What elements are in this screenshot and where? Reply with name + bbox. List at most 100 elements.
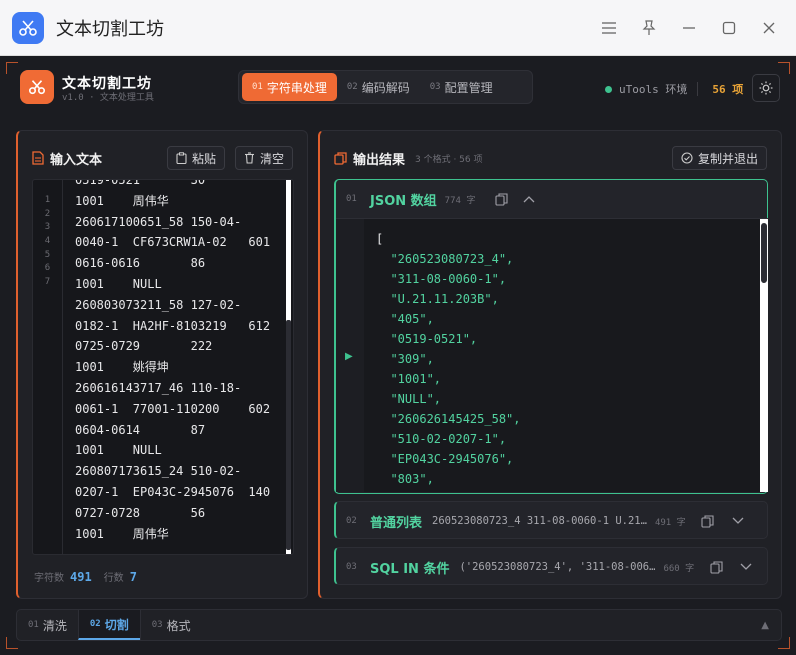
- input-scrollbar[interactable]: [286, 180, 291, 554]
- json-item: "309",: [390, 352, 434, 366]
- scissors-logo-icon: [20, 70, 54, 104]
- json-item: "311-08-0060-1",: [390, 272, 507, 286]
- menu-icon[interactable]: [600, 19, 618, 37]
- line-number: 1: [44, 195, 51, 205]
- copy-and-exit-button[interactable]: 复制并退出: [671, 146, 767, 170]
- input-panel: 输入文本 粘贴 清空 1 2 3 4 5 6 7 0519-0521 30 10…: [16, 130, 308, 599]
- input-text-content[interactable]: 0519-0521 30 1001 周伟华 260617100651_58 15…: [75, 180, 290, 544]
- card-title: JSON 数组: [370, 193, 437, 209]
- json-scrollbar[interactable]: [760, 219, 768, 492]
- char-count-value: 491: [70, 569, 92, 584]
- copy-icon[interactable]: [708, 559, 724, 575]
- json-item: "260523080723_4",: [390, 252, 514, 266]
- json-item: "0519-0521",: [390, 332, 478, 346]
- tab-number: 02: [346, 82, 358, 92]
- line-count-value: 7: [129, 569, 137, 584]
- json-item: "U.21.11.203B",: [390, 292, 499, 306]
- tab-number: 02: [89, 619, 101, 629]
- scrollbar-thumb[interactable]: [286, 320, 291, 550]
- card-size: 774 字: [444, 195, 476, 206]
- card-number: 01: [346, 194, 357, 204]
- output-panel: 输出结果 3 个格式 · 56 项 复制并退出 01 JSON 数组 774 字: [318, 130, 782, 599]
- chevron-up-icon[interactable]: [521, 191, 537, 207]
- window-title: 文本切割工坊: [56, 18, 164, 40]
- play-icon: ▶: [345, 351, 353, 362]
- pin-icon[interactable]: [640, 19, 658, 37]
- tab-number: 03: [429, 82, 441, 92]
- chevron-down-icon[interactable]: [730, 513, 746, 529]
- tab-label: 编码解码: [361, 80, 410, 95]
- tab-config[interactable]: 03 配置管理: [420, 73, 503, 101]
- tab-number: 01: [252, 82, 263, 92]
- json-item: "EP043C-2945076",: [390, 452, 514, 466]
- app-root: 文本切割工坊 v1.0 · 文本处理工具 01 字符串处理 02 编码解码 03 配置…: [0, 56, 796, 655]
- char-count-label: 字符数: [34, 573, 64, 584]
- output-card-json: 01 JSON 数组 774 字 ▶ [ "260523080723_4", "…: [334, 179, 768, 494]
- tab-label: 切割: [104, 617, 129, 632]
- main-tabs: 01 字符串处理 02 编码解码 03 配置管理: [238, 70, 533, 104]
- copy-and-exit-label: 复制并退出: [697, 151, 758, 166]
- card-header[interactable]: 02 普通列表 260523080723_4 311-08-0060-1 U.2…: [336, 502, 767, 540]
- tab-string-processing[interactable]: 01 字符串处理: [242, 73, 337, 101]
- copy-icon[interactable]: [700, 513, 716, 529]
- clear-button[interactable]: 清空: [234, 146, 293, 170]
- input-panel-title: 输入文本: [50, 152, 103, 168]
- line-number: 7: [44, 277, 51, 288]
- input-text-editor[interactable]: 1 2 3 4 5 6 7 0519-0521 30 1001 周伟华 2606…: [32, 179, 294, 555]
- input-stats: 字符数 491 行数 7: [34, 569, 137, 585]
- check-circle-icon: [681, 152, 693, 164]
- app-header: 文本切割工坊 v1.0 · 文本处理工具 01 字符串处理 02 编码解码 03 配置…: [0, 56, 796, 122]
- bottom-tab-clean[interactable]: 01 清洗: [17, 610, 78, 640]
- card-size: 491 字: [654, 517, 686, 528]
- line-number-gutter: 1 2 3 4 5 6 7: [33, 180, 63, 554]
- json-item: "510-02-0207-1",: [390, 432, 507, 446]
- tab-encode-decode[interactable]: 02 编码解码: [337, 73, 420, 101]
- window-titlebar: 文本切割工坊: [0, 0, 796, 56]
- card-number: 03: [346, 562, 357, 572]
- tab-number: 03: [151, 620, 163, 630]
- card-title: 普通列表: [370, 515, 423, 531]
- copy-icon[interactable]: [493, 191, 509, 207]
- bottom-tab-bar: 01 清洗 02 切割 03 格式 ▲: [16, 609, 782, 641]
- line-number: 3: [44, 222, 51, 233]
- close-icon[interactable]: [760, 19, 778, 37]
- document-icon: [32, 151, 44, 165]
- card-size: 660 字: [663, 563, 695, 574]
- card-header[interactable]: 03 SQL IN 条件 ('260523080723_4', '311-08-…: [336, 548, 767, 586]
- scrollbar-thumb[interactable]: [761, 223, 767, 283]
- line-number: 5: [44, 249, 51, 260]
- tab-label: 字符串处理: [266, 80, 327, 95]
- json-output-body[interactable]: ▶ [ "260523080723_4", "311-08-0060-1", "…: [336, 218, 768, 492]
- brand-subtitle: v1.0 · 文本处理工具: [62, 93, 154, 103]
- tab-label: 清洗: [42, 618, 67, 633]
- collapse-up-icon[interactable]: ▲: [761, 620, 769, 631]
- bottom-tab-format[interactable]: 03 格式: [139, 610, 202, 640]
- output-card-plain-list[interactable]: 02 普通列表 260523080723_4 311-08-0060-1 U.2…: [334, 501, 768, 539]
- bottom-tab-split[interactable]: 02 切割: [77, 610, 140, 640]
- chevron-down-icon[interactable]: [738, 559, 754, 575]
- line-number: 2: [44, 208, 51, 219]
- clear-label: 清空: [259, 151, 284, 166]
- paste-button[interactable]: 粘贴: [166, 146, 225, 170]
- card-preview: 260523080723_4 311-08-0060-1 U.21…: [432, 515, 647, 527]
- theme-toggle-button[interactable]: [752, 74, 780, 102]
- sun-icon: [759, 81, 773, 95]
- json-item: "405",: [390, 312, 434, 326]
- json-gutter: ▶: [336, 219, 364, 492]
- json-output-content[interactable]: [ "260523080723_4", "311-08-0060-1", "U.…: [376, 229, 521, 489]
- json-bracket: [: [376, 232, 384, 246]
- tab-label: 配置管理: [444, 80, 493, 95]
- output-panel-title: 输出结果: [353, 152, 406, 168]
- card-header[interactable]: 01 JSON 数组 774 字: [336, 180, 767, 218]
- json-item: "NULL",: [390, 392, 442, 406]
- minimize-icon[interactable]: [680, 19, 698, 37]
- maximize-icon[interactable]: [720, 19, 738, 37]
- output-meta: 3 个格式 · 56 项: [415, 154, 483, 165]
- output-card-sql-in[interactable]: 03 SQL IN 条件 ('260523080723_4', '311-08-…: [334, 547, 768, 585]
- tab-label: 格式: [166, 618, 191, 633]
- clipboard-icon: [176, 152, 187, 164]
- divider: [697, 82, 699, 96]
- card-preview: ('260523080723_4', '311-08-006…: [459, 561, 656, 573]
- card-title: SQL IN 条件: [370, 561, 450, 577]
- json-item: "260626145425_58",: [390, 412, 521, 426]
